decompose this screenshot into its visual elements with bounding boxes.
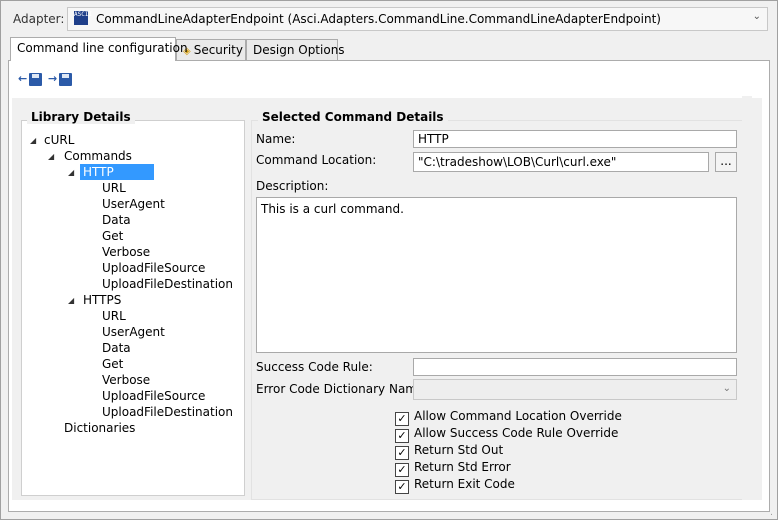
checkbox-check-icon: ✓ bbox=[395, 463, 409, 477]
tree-item-http-get[interactable]: Get bbox=[102, 228, 123, 244]
adapter-label: Adapter: bbox=[13, 12, 65, 26]
checkbox-check-icon: ✓ bbox=[395, 412, 409, 426]
details-title: Selected Command Details bbox=[258, 110, 448, 124]
tab-label: Command line configuration bbox=[17, 41, 188, 55]
tree-item-http-verbose[interactable]: Verbose bbox=[102, 244, 150, 260]
tab-design-options[interactable]: Design Options bbox=[246, 39, 345, 60]
description-label: Description: bbox=[256, 179, 329, 193]
expand-icon: ◢ bbox=[68, 296, 75, 305]
vertical-scrollbar[interactable] bbox=[742, 96, 752, 500]
return-std-error-checkbox[interactable]: ✓ Return Std Error bbox=[395, 459, 511, 477]
tree-item-https-data[interactable]: Data bbox=[102, 340, 131, 356]
return-exit-code-checkbox[interactable]: ✓ Return Exit Code bbox=[395, 476, 515, 494]
browse-button[interactable]: ... bbox=[715, 152, 737, 172]
checkbox-check-icon: ✓ bbox=[395, 429, 409, 443]
tab-label: Security bbox=[193, 43, 243, 57]
import-icon[interactable]: ← bbox=[18, 71, 42, 87]
description-textarea[interactable]: This is a curl command. bbox=[256, 197, 737, 353]
tab-label: Design Options bbox=[253, 43, 345, 57]
expand-icon: ◢ bbox=[48, 152, 55, 161]
chevron-down-icon: ⌄ bbox=[752, 11, 761, 22]
allow-command-location-override-checkbox[interactable]: ✓ Allow Command Location Override bbox=[395, 408, 622, 426]
name-label: Name: bbox=[256, 132, 296, 146]
tree-item-http-uploadfilesource[interactable]: UploadFileSource bbox=[102, 260, 205, 276]
tree-item-https-get[interactable]: Get bbox=[102, 356, 123, 372]
return-std-out-checkbox[interactable]: ✓ Return Std Out bbox=[395, 442, 503, 460]
content-area: Library Details ◢ cURL ◢ Commands ◢ HTTP… bbox=[12, 98, 762, 500]
adapter-select[interactable]: ASCII CommandLineAdapterEndpoint (Asci.A… bbox=[67, 7, 768, 31]
tree-item-dictionaries[interactable]: Dictionaries bbox=[64, 420, 135, 436]
tree-item-http-url[interactable]: URL bbox=[102, 180, 126, 196]
tree-item-curl[interactable]: ◢ cURL bbox=[30, 132, 74, 148]
adapter-value: CommandLineAdapterEndpoint (Asci.Adapter… bbox=[96, 12, 661, 26]
tab-command-line-configuration[interactable]: Command line configuration bbox=[10, 37, 188, 61]
expand-icon: ◢ bbox=[30, 136, 37, 145]
success-code-rule-label: Success Code Rule: bbox=[256, 360, 373, 374]
tree-item-https[interactable]: ◢ HTTPS bbox=[68, 292, 121, 308]
command-location-input[interactable]: "C:\tradeshow\LOB\Curl\curl.exe" bbox=[413, 152, 709, 172]
error-code-dictionary-label: Error Code Dictionary Name: bbox=[256, 382, 429, 396]
tree-item-http-uploadfiledestination[interactable]: UploadFileDestination bbox=[102, 276, 233, 292]
chevron-down-icon: ⌄ bbox=[722, 383, 731, 394]
success-code-rule-input[interactable] bbox=[413, 358, 737, 376]
tree-item-https-uploadfiledestination[interactable]: UploadFileDestination bbox=[102, 404, 233, 420]
tree-item-http-useragent[interactable]: UserAgent bbox=[102, 196, 165, 212]
expand-icon: ◢ bbox=[68, 168, 75, 177]
tree-item-https-verbose[interactable]: Verbose bbox=[102, 372, 150, 388]
tree-item-http-data[interactable]: Data bbox=[102, 212, 131, 228]
checkbox-check-icon: ✓ bbox=[395, 446, 409, 460]
checkbox-check-icon: ✓ bbox=[395, 480, 409, 494]
adapter-icon: ASCII bbox=[74, 11, 92, 25]
tree-item-https-uploadfilesource[interactable]: UploadFileSource bbox=[102, 388, 205, 404]
allow-success-code-rule-override-checkbox[interactable]: ✓ Allow Success Code Rule Override bbox=[395, 425, 618, 443]
tree-item-https-useragent[interactable]: UserAgent bbox=[102, 324, 165, 340]
library-title: Library Details bbox=[27, 110, 135, 124]
error-code-dictionary-select[interactable]: ⌄ bbox=[413, 379, 737, 400]
export-icon[interactable]: → bbox=[48, 71, 72, 87]
tree-item-https-url[interactable]: URL bbox=[102, 308, 126, 324]
tree-item-commands[interactable]: ◢ Commands bbox=[48, 148, 132, 164]
command-location-label: Command Location: bbox=[256, 153, 377, 167]
name-input[interactable]: HTTP bbox=[413, 130, 737, 148]
tree-item-http[interactable]: ◢ HTTP bbox=[68, 164, 154, 180]
